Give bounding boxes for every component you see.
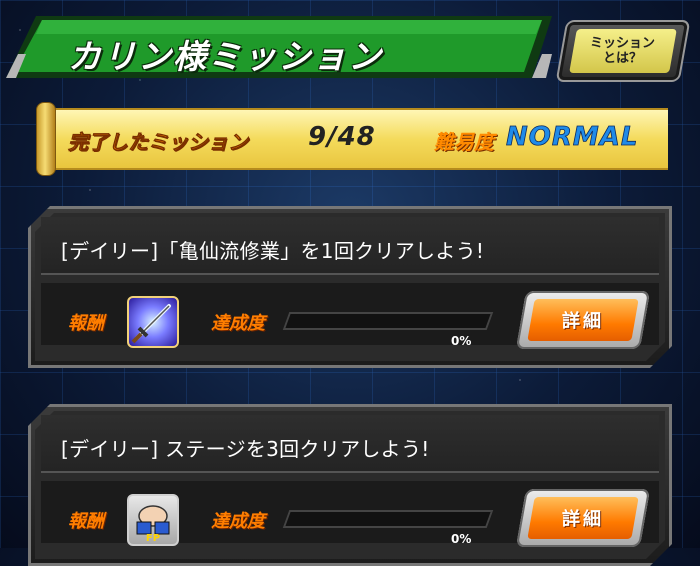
reward-label: 報酬	[68, 511, 104, 532]
difficulty-value: NORMAL	[506, 122, 639, 153]
about-missions-label: ミッション とは？	[590, 36, 656, 66]
progress-label: 達成度	[211, 313, 265, 334]
mission-title: [デイリー]「亀仙流修業」を1回クリアしよう!	[61, 239, 485, 263]
detail-button-label: 詳細	[562, 311, 604, 332]
progress-percent: 0%	[451, 532, 472, 546]
progress-bar	[283, 510, 494, 528]
completed-label: 完了したミッション	[68, 130, 249, 155]
difficulty-label: 難易度	[434, 130, 494, 154]
summary-scroll: 完了したミッション 9/48 難易度 NORMAL	[36, 102, 668, 176]
page-title: カリン様ミッション	[68, 37, 383, 76]
detail-button[interactable]: 詳細	[516, 489, 650, 547]
detail-button-label: 詳細	[562, 509, 604, 530]
reward-label: 報酬	[68, 313, 104, 334]
detail-button[interactable]: 詳細	[516, 291, 650, 349]
mission-card: [デイリー] ステージを3回クリアしよう! 報酬 FP 達成度 0% 詳細	[28, 404, 672, 566]
scroll-roll	[36, 102, 56, 176]
about-missions-button[interactable]: ミッション とは？	[555, 20, 691, 82]
title-banner: カリン様ミッション	[6, 14, 552, 80]
sword-icon[interactable]	[127, 296, 179, 348]
completed-count: 9/48	[308, 122, 376, 152]
progress-percent: 0%	[451, 334, 472, 348]
progress-bar	[283, 312, 494, 330]
progress-label: 達成度	[211, 511, 265, 532]
friend-points-icon[interactable]: FP	[127, 494, 179, 546]
svg-text:FP: FP	[146, 533, 160, 544]
mission-title: [デイリー] ステージを3回クリアしよう!	[61, 437, 430, 461]
mission-card: [デイリー]「亀仙流修業」を1回クリアしよう! 報酬 達成度 0% 詳細	[28, 206, 672, 368]
